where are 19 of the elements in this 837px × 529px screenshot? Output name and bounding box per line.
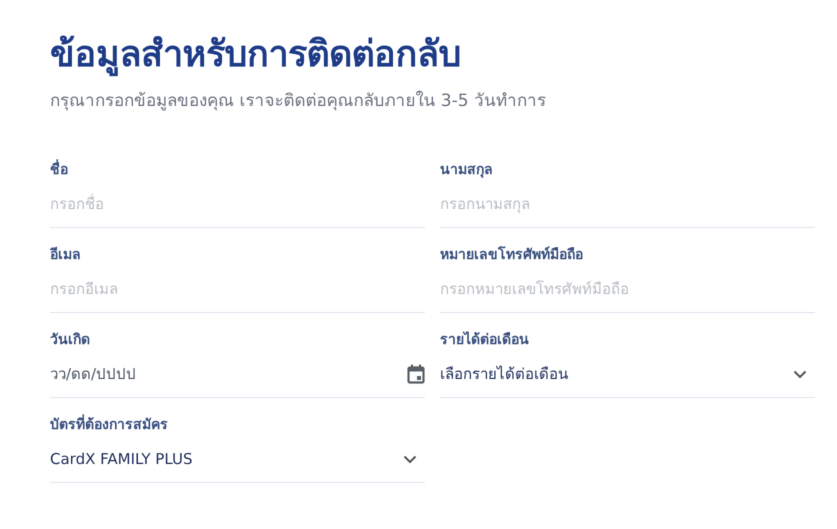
field-label: อีเมล: [50, 246, 82, 265]
field-label: รายได้ต่อเดือน: [440, 330, 530, 350]
form-subtitle: กรุณากรอกข้อมูลของคุณ เราจะติดต่อคุณกลับภายใน 3-5 วันทำการ: [50, 90, 547, 113]
calendar-icon[interactable]: [407, 364, 425, 384]
input-field[interactable]: กรอกนามสกุล: [440, 191, 815, 228]
dropdown-field[interactable]: CardX FAMILY PLUS: [50, 446, 425, 483]
chevron-down-icon: [793, 370, 807, 378]
input-field[interactable]: กรอกอีเมล: [50, 276, 425, 313]
input-field[interactable]: กรอกชื่อ: [50, 191, 425, 228]
input-field[interactable]: กรอกหมายเลขโทรศัพท์มือถือ: [440, 276, 815, 313]
field-label: นามสกุล: [440, 161, 494, 180]
dropdown-field[interactable]: เลือกรายได้ต่อเดือน: [440, 361, 815, 398]
form-title: ข้อมูลสำหรับการติดต่อกลับ: [50, 33, 462, 78]
field-label: ชื่อ: [50, 160, 425, 180]
date-field[interactable]: วว/ดด/ปปปป: [50, 365, 250, 383]
chevron-down-icon: [403, 454, 417, 464]
field-label: หมายเลขโทรศัพท์มือถือ: [440, 245, 584, 265]
field-label: บัตรที่ต้องการสมัคร: [50, 415, 425, 435]
field-label: วันเกิด: [50, 331, 91, 350]
